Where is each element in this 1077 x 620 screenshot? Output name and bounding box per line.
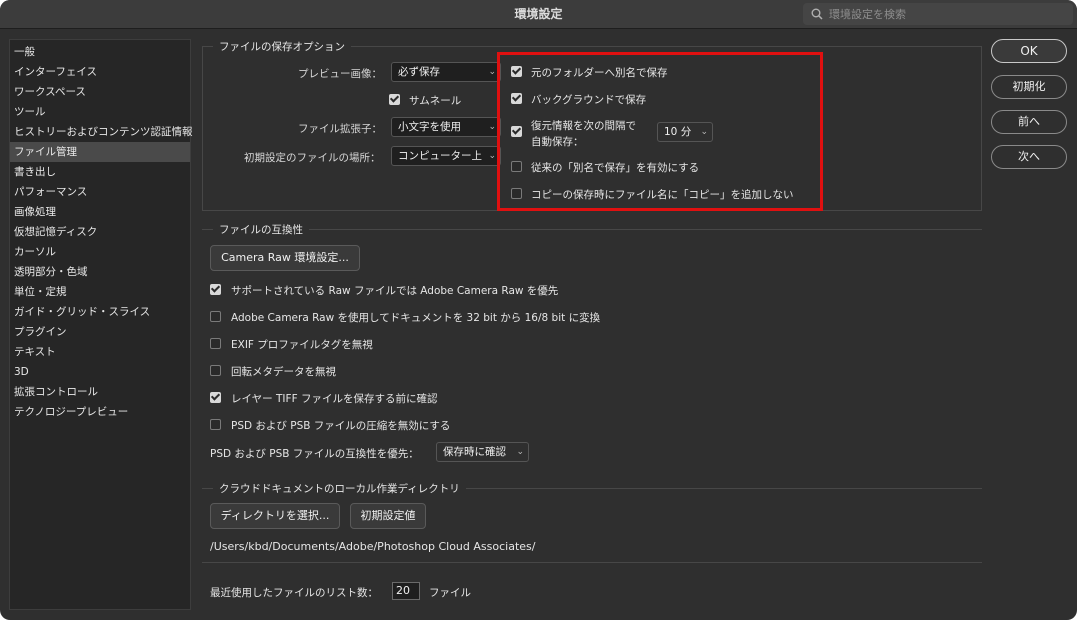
recent-files-label: 最近使用したファイルのリスト数： [210, 587, 378, 599]
compat-option-checkbox[interactable] [210, 419, 221, 430]
compat-option-checkbox[interactable] [210, 392, 221, 403]
compat-option-checkbox[interactable] [210, 338, 221, 349]
search-input[interactable]: 環境設定を検索 [803, 3, 1073, 25]
compat-option-label: レイヤー TIFF ファイルを保存する前に確認 [231, 393, 438, 405]
save-options-legend: ファイルの保存オプション [213, 39, 351, 54]
cloud-path-text: /Users/kbd/Documents/Adobe/Photoshop Clo… [210, 540, 536, 553]
previous-button[interactable]: 前へ [991, 110, 1067, 134]
compatibility-legend: ファイルの互換性 [213, 222, 309, 237]
compatibility-divider [202, 229, 982, 230]
sidebar-item[interactable]: テキスト [10, 342, 190, 362]
preview-value: 必ず保存 [398, 66, 440, 78]
compat-option-label: PSD および PSB ファイルの圧縮を無効にする [231, 420, 451, 432]
cloud-legend: クラウドドキュメントのローカル作業ディレクトリ [213, 481, 466, 496]
recent-files-input[interactable]: 20 [392, 582, 420, 600]
search-placeholder: 環境設定を検索 [829, 8, 906, 21]
location-value: コンピューター上 [398, 150, 482, 162]
sidebar-item[interactable]: 単位・定規 [10, 282, 190, 302]
psd-compat-value: 保存時に確認 [443, 446, 506, 458]
sidebar-item[interactable]: ツール [10, 102, 190, 122]
next-button[interactable]: 次へ [991, 145, 1067, 169]
chevron-down-icon: ⌄ [516, 447, 524, 457]
category-sidebar: 一般 インターフェイス ワークスペース ツール ヒストリーおよびコンテンツ認証情報 ファイ… [9, 39, 193, 610]
sidebar-item[interactable]: カーソル [10, 242, 190, 262]
compat-option-label: サポートされている Raw ファイルでは Adobe Camera Raw を優… [231, 285, 559, 297]
sidebar-item[interactable]: インターフェイス [10, 62, 190, 82]
compat-option-label: EXIF プロファイルタグを無視 [231, 339, 373, 351]
thumbnail-label: サムネール [409, 95, 462, 107]
title-bar: 環境設定 環境設定を検索 [0, 0, 1077, 29]
compat-option-checkbox[interactable] [210, 311, 221, 322]
highlight-annotation-box [497, 52, 823, 211]
compat-option-checkbox[interactable] [210, 365, 221, 376]
sidebar-item[interactable]: 透明部分・色域 [10, 262, 190, 282]
sidebar-item[interactable]: 仮想記憶ディスク [10, 222, 190, 242]
sidebar-item[interactable]: 書き出し [10, 162, 190, 182]
compat-option-label: 回転メタデータを無視 [231, 366, 336, 378]
sidebar-item[interactable]: ファイル管理 [10, 142, 190, 162]
sidebar-item[interactable]: 拡張コントロール [10, 382, 190, 402]
psd-compat-select[interactable]: 保存時に確認 ⌄ [436, 442, 529, 462]
reset-button[interactable]: 初期化 [991, 75, 1067, 99]
location-select[interactable]: コンピューター上 ⌄ [391, 146, 501, 166]
sidebar-item[interactable]: 一般 [10, 42, 190, 62]
sidebar-item[interactable]: プラグイン [10, 322, 190, 342]
compat-option-label: Adobe Camera Raw を使用してドキュメントを 32 bit から … [231, 312, 601, 324]
chevron-down-icon: ⌄ [488, 67, 496, 77]
location-label: 初期設定のファイルの場所： [244, 152, 381, 164]
compat-option-checkbox[interactable] [210, 284, 221, 295]
psd-compat-label: PSD および PSB ファイルの互換性を優先： [210, 448, 419, 460]
ok-button[interactable]: OK [991, 39, 1067, 63]
recent-files-unit: ファイル [429, 587, 471, 599]
extension-value: 小文字を使用 [398, 121, 461, 133]
camera-raw-settings-button[interactable]: Camera Raw 環境設定... [210, 245, 360, 271]
sidebar-item[interactable]: ヒストリーおよびコンテンツ認証情報 [10, 122, 193, 142]
sidebar-item[interactable]: ワークスペース [10, 82, 190, 102]
chevron-down-icon: ⌄ [488, 151, 496, 161]
preview-label: プレビュー画像： [298, 68, 382, 80]
preview-select[interactable]: 必ず保存 ⌄ [391, 62, 501, 82]
default-directory-button[interactable]: 初期設定値 [350, 503, 426, 529]
sidebar-item[interactable]: ガイド・グリッド・スライス [10, 302, 190, 322]
sidebar-item[interactable]: 画像処理 [10, 202, 190, 222]
recent-divider [202, 562, 982, 563]
sidebar-item[interactable]: パフォーマンス [10, 182, 190, 202]
thumbnail-checkbox[interactable] [389, 94, 400, 105]
chevron-down-icon: ⌄ [488, 122, 496, 132]
extension-select[interactable]: 小文字を使用 ⌄ [391, 117, 501, 137]
sidebar-item[interactable]: 3D [10, 362, 190, 382]
select-directory-button[interactable]: ディレクトリを選択... [210, 503, 340, 529]
preferences-window: 環境設定 環境設定を検索 一般 インターフェイス ワークスペース ツール ヒストリーおよ… [0, 0, 1077, 620]
sidebar-item[interactable]: テクノロジープレビュー [10, 402, 190, 422]
search-icon [811, 8, 823, 20]
extension-label: ファイル拡張子： [298, 123, 382, 135]
